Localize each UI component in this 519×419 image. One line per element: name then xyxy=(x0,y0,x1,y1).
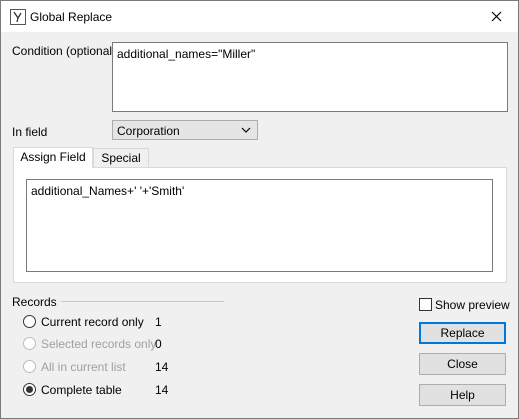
tab-assign-field[interactable]: Assign Field xyxy=(13,147,93,168)
show-preview-checkbox[interactable] xyxy=(419,298,432,311)
global-replace-dialog: Global Replace Condition (optional) addi… xyxy=(0,0,519,419)
title-bar: Global Replace xyxy=(1,1,518,32)
window-title: Global Replace xyxy=(30,10,113,24)
tab-special[interactable]: Special xyxy=(93,148,149,168)
radio-selected-dot xyxy=(26,386,33,393)
selected-records-only-count: 0 xyxy=(155,337,162,351)
help-button[interactable]: Help xyxy=(419,384,506,406)
in-field-select[interactable]: Corporation xyxy=(112,120,258,140)
close-window-button[interactable] xyxy=(474,1,518,32)
condition-input[interactable]: additional_names="Miller" xyxy=(112,42,508,112)
close-icon xyxy=(491,11,501,22)
all-in-current-list-label: All in current list xyxy=(41,360,126,374)
radio-all-in-current-list[interactable] xyxy=(23,360,36,373)
app-icon xyxy=(10,9,26,25)
close-button[interactable]: Close xyxy=(419,353,506,375)
replace-button[interactable]: Replace xyxy=(419,322,506,344)
current-record-only-label: Current record only xyxy=(41,315,144,329)
complete-table-count: 14 xyxy=(155,383,169,397)
records-group-divider xyxy=(61,301,224,302)
in-field-label: In field xyxy=(12,125,48,139)
all-in-current-list-count: 14 xyxy=(155,360,169,374)
show-preview-label: Show preview xyxy=(435,298,510,312)
assign-field-input[interactable]: additional_Names+' '+'Smith' xyxy=(26,179,493,272)
radio-selected-records-only[interactable] xyxy=(23,337,36,350)
current-record-only-count: 1 xyxy=(155,315,162,329)
radio-complete-table[interactable] xyxy=(23,383,36,396)
complete-table-label: Complete table xyxy=(41,383,122,397)
records-group-label: Records xyxy=(12,295,57,309)
radio-current-record-only[interactable] xyxy=(23,315,36,328)
selected-records-only-label: Selected records only xyxy=(41,337,157,351)
chevron-down-icon xyxy=(241,127,251,133)
condition-label: Condition (optional) xyxy=(12,44,117,58)
in-field-selected-value: Corporation xyxy=(117,124,180,138)
